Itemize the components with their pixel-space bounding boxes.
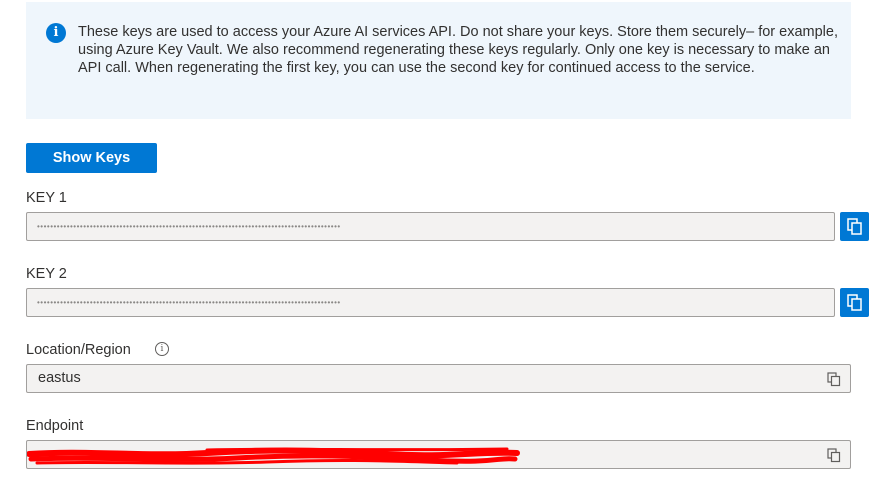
keys-and-endpoint-page: i These keys are used to access your Azu… bbox=[0, 0, 885, 491]
location-info-icon[interactable]: i bbox=[155, 342, 169, 356]
key2-value: ••••••••••••••••••••••••••••••••••••••••… bbox=[37, 298, 341, 307]
key2-label: KEY 2 bbox=[26, 266, 67, 282]
copy-icon bbox=[846, 293, 862, 311]
info-banner-text: These keys are used to access your Azure… bbox=[78, 24, 838, 76]
key2-field[interactable]: ••••••••••••••••••••••••••••••••••••••••… bbox=[26, 288, 835, 317]
info-banner: i These keys are used to access your Azu… bbox=[26, 2, 851, 119]
location-field[interactable]: eastus bbox=[26, 364, 851, 393]
info-icon: i bbox=[46, 23, 66, 43]
show-keys-button[interactable]: Show Keys bbox=[26, 143, 157, 173]
redaction-mark bbox=[27, 447, 520, 465]
location-value: eastus bbox=[38, 370, 81, 386]
copy-icon bbox=[846, 217, 862, 235]
endpoint-field[interactable] bbox=[26, 440, 851, 469]
key1-value: ••••••••••••••••••••••••••••••••••••••••… bbox=[37, 222, 341, 231]
copy-icon bbox=[827, 447, 841, 462]
location-copy-button[interactable] bbox=[826, 371, 842, 387]
endpoint-label: Endpoint bbox=[26, 418, 84, 434]
key1-copy-button[interactable] bbox=[840, 212, 869, 241]
copy-icon bbox=[827, 371, 841, 386]
key1-label: KEY 1 bbox=[26, 190, 67, 206]
key2-copy-button[interactable] bbox=[840, 288, 869, 317]
location-label: Location/Region bbox=[26, 342, 131, 358]
key1-field[interactable]: ••••••••••••••••••••••••••••••••••••••••… bbox=[26, 212, 835, 241]
endpoint-copy-button[interactable] bbox=[826, 447, 842, 463]
